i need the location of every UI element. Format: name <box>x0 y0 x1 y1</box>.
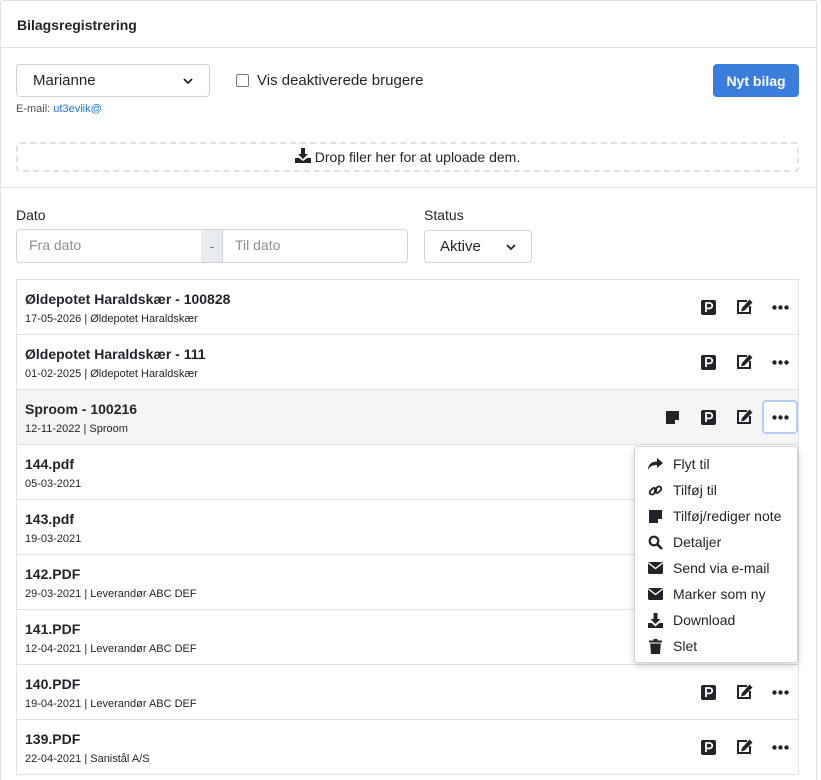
user-select[interactable]: Marianne <box>16 64 210 97</box>
status-select[interactable]: Aktive <box>424 230 532 263</box>
list-item-subtitle: 17-05-2026 | Øldepotet Haraldskær <box>25 313 198 325</box>
search-icon <box>648 535 663 550</box>
edit-button[interactable] <box>726 345 762 379</box>
row-actions <box>690 675 798 709</box>
menu-item[interactable]: Flyt til <box>635 451 797 477</box>
edit-icon <box>736 299 753 315</box>
email-label: E-mail: <box>16 103 51 115</box>
edit-button[interactable] <box>726 400 762 434</box>
trash-icon <box>648 638 663 654</box>
card-title: Bilagsregistrering <box>1 1 816 48</box>
edit-icon <box>736 409 753 425</box>
chevron-down-icon <box>183 76 193 86</box>
email-line: E-mail: ut3eviik@ <box>16 103 102 115</box>
list-item-title: 140.PDF <box>25 676 81 692</box>
edit-button[interactable] <box>726 730 762 764</box>
list-item[interactable]: 139.PDF 22-04-2021 | Sanistål A/S <box>17 720 798 775</box>
menu-item-label: Send via e-mail <box>673 560 770 576</box>
list-item[interactable]: Øldepotet Haraldskær - 100828 17-05-2026 … <box>17 280 798 335</box>
row-context-menu: Flyt til Tilføj til Tilføj/rediger note Det… <box>634 446 798 663</box>
parking-icon <box>700 354 716 370</box>
status-select-value: Aktive <box>440 238 481 255</box>
list-item[interactable]: Øldepotet Haraldskær - 111 01-02-2025 | Ø… <box>17 335 798 390</box>
menu-item[interactable]: Tilføj/rediger note <box>635 503 797 529</box>
parking-icon <box>700 739 716 755</box>
menu-item-label: Download <box>673 612 736 628</box>
to-date-input[interactable]: Til dato <box>222 229 408 263</box>
list-item-title: Øldepotet Haraldskær - 111 <box>25 346 206 362</box>
menu-item[interactable]: Tilføj til <box>635 477 797 503</box>
menu-item[interactable]: Detaljer <box>635 529 797 555</box>
from-date-input[interactable]: Fra dato <box>16 229 202 263</box>
more-button[interactable] <box>762 345 798 379</box>
menu-item-label: Detaljer <box>673 534 722 550</box>
menu-item-label: Slet <box>673 638 698 654</box>
ellipsis-icon <box>771 689 789 695</box>
note-icon <box>648 509 663 524</box>
list-item-title: 139.PDF <box>25 731 81 747</box>
date-label: Dato <box>16 207 46 223</box>
edit-icon <box>736 684 753 700</box>
more-button[interactable] <box>762 290 798 324</box>
note-icon <box>665 410 680 425</box>
show-inactive-label: Vis deaktiverede brugere <box>257 72 424 89</box>
row-actions <box>690 290 798 324</box>
list-item[interactable]: 140.PDF 19-04-2021 | Leverandør ABC DEF <box>17 665 798 720</box>
parking-icon <box>700 409 716 425</box>
menu-item-label: Marker som ny <box>673 586 766 602</box>
menu-item[interactable]: Slet <box>635 633 797 659</box>
more-button[interactable] <box>762 675 798 709</box>
row-actions <box>654 400 798 434</box>
menu-item-label: Flyt til <box>673 456 710 472</box>
user-select-value: Marianne <box>33 72 96 89</box>
new-bilag-button[interactable]: Nyt bilag <box>713 64 799 97</box>
row-actions <box>690 345 798 379</box>
envelope-icon <box>648 587 663 602</box>
link-icon <box>648 483 663 498</box>
show-inactive-toggle[interactable]: Vis deaktiverede brugere <box>236 72 424 89</box>
row-actions <box>690 730 798 764</box>
parking-icon <box>700 684 716 700</box>
edit-button[interactable] <box>726 290 762 324</box>
menu-item[interactable]: Download <box>635 607 797 633</box>
dropzone-label: Drop filer her for at uploade dem. <box>314 149 521 165</box>
ellipsis-icon <box>771 744 789 750</box>
park-button[interactable] <box>690 730 726 764</box>
park-button[interactable] <box>690 675 726 709</box>
park-button[interactable] <box>690 345 726 379</box>
upload-dropzone[interactable]: Drop filer her for at uploade dem. <box>16 142 799 172</box>
menu-item[interactable]: Send via e-mail <box>635 555 797 581</box>
more-button[interactable] <box>762 730 798 764</box>
menu-item-label: Tilføj til <box>673 482 717 498</box>
upload-icon <box>294 148 311 166</box>
menu-item-label: Tilføj/rediger note <box>673 508 782 524</box>
email-link[interactable]: ut3eviik@ <box>53 103 101 115</box>
list-item-subtitle: 01-02-2025 | Øldepotet Haraldskær <box>25 368 198 380</box>
chevron-down-icon <box>506 242 516 252</box>
ellipsis-icon <box>771 414 789 420</box>
ellipsis-icon <box>771 304 789 310</box>
date-separator: - <box>201 229 223 263</box>
note-button[interactable] <box>654 400 690 434</box>
more-button[interactable] <box>762 400 798 434</box>
park-button[interactable] <box>690 290 726 324</box>
list-item-subtitle: 22-04-2021 | Sanistål A/S <box>25 753 150 765</box>
edit-button[interactable] <box>726 675 762 709</box>
parking-icon <box>700 299 716 315</box>
edit-icon <box>736 739 753 755</box>
list-item-subtitle: 19-04-2021 | Leverandør ABC DEF <box>25 698 197 710</box>
show-inactive-checkbox[interactable] <box>236 74 249 87</box>
menu-item[interactable]: Marker som ny <box>635 581 797 607</box>
edit-icon <box>736 354 753 370</box>
list-item[interactable]: Sproom - 100216 12-11-2022 | Sproom <box>17 390 798 445</box>
status-label: Status <box>424 207 464 223</box>
share-arrow-icon <box>648 457 663 472</box>
envelope-icon <box>648 561 663 576</box>
download-icon <box>648 612 663 628</box>
list-item-title: Øldepotet Haraldskær - 100828 <box>25 291 231 307</box>
section-divider <box>1 187 816 188</box>
ellipsis-icon <box>771 359 789 365</box>
park-button[interactable] <box>690 400 726 434</box>
